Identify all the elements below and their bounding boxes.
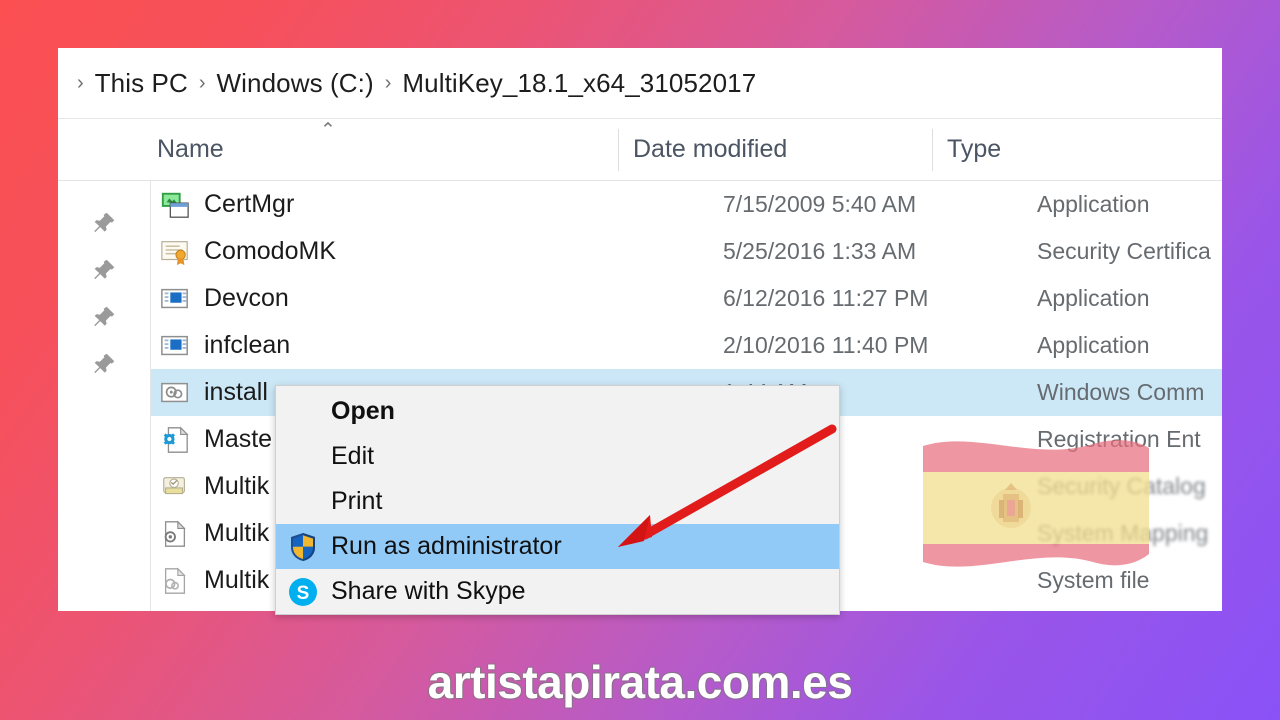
file-type-cell: System Mapping xyxy=(1037,520,1209,546)
context-menu-item-run-as-administrator-label: Run as administrator xyxy=(331,532,562,560)
watermark-text: artistapirata.com.es xyxy=(427,656,853,708)
context-menu-item-print-label: Print xyxy=(331,487,383,515)
file-date-cell: 2/10/2016 11:40 PM xyxy=(723,332,929,358)
screenshot-stage: › This PC › Windows (C:) › MultiKey_18.1… xyxy=(0,0,1280,720)
context-menu-item-share-with-skype-label: Share with Skype xyxy=(331,577,526,605)
application-icon xyxy=(161,335,188,355)
batch-file-icon xyxy=(161,382,188,402)
system-file-icon xyxy=(164,566,186,594)
certificate-icon xyxy=(161,240,188,265)
table-row[interactable]: Devcon 6/12/2016 11:27 PM Application xyxy=(151,275,1222,322)
context-menu-item-edit-label: Edit xyxy=(331,442,375,470)
svg-text:S: S xyxy=(297,583,310,604)
breadcrumb-item-folder[interactable]: MultiKey_18.1_x64_31052017 xyxy=(402,68,756,99)
file-type-cell: System file xyxy=(1037,567,1150,593)
file-type-cell: Windows Comm xyxy=(1037,379,1205,405)
file-type-cell: Application xyxy=(1037,332,1150,358)
context-menu-item-open-label: Open xyxy=(331,397,395,425)
pin-icon xyxy=(94,306,115,326)
pin-item[interactable] xyxy=(58,340,150,387)
file-date-cell: 5/25/2016 1:33 AM xyxy=(723,238,917,264)
breadcrumb-item-this-pc[interactable]: This PC xyxy=(95,68,188,99)
column-header-name[interactable]: ⌃ Name xyxy=(58,121,618,164)
column-header-row: ⌃ Name Date modified Type xyxy=(58,119,1222,181)
file-name-label: Multik xyxy=(204,472,270,500)
address-bar[interactable]: › This PC › Windows (C:) › MultiKey_18.1… xyxy=(58,48,1222,119)
context-menu-item-edit[interactable]: Edit xyxy=(276,434,839,479)
file-name-label: infclean xyxy=(204,331,291,359)
file-date-cell: 7/15/2009 5:40 AM xyxy=(723,191,917,217)
file-name-label: Maste xyxy=(204,425,273,453)
file-type-cell: Application xyxy=(1037,191,1150,217)
file-name-cell: CertMgr xyxy=(151,190,718,220)
sort-ascending-icon: ⌃ xyxy=(320,120,336,141)
file-name-label: install xyxy=(204,378,268,406)
context-menu-item-open[interactable]: Open xyxy=(276,389,839,434)
file-name-label: Devcon xyxy=(204,284,289,312)
certmgr-icon xyxy=(161,192,189,218)
breadcrumb-item-windows-c[interactable]: Windows (C:) xyxy=(217,68,374,99)
context-menu-item-print[interactable]: Print xyxy=(276,479,839,524)
breadcrumb-separator-icon: › xyxy=(77,72,84,94)
context-menu[interactable]: Open Edit Print Run as administrator S S… xyxy=(275,385,840,615)
breadcrumb-separator-icon: › xyxy=(198,72,206,94)
file-type-cell: Security Certifica xyxy=(1037,238,1211,264)
column-header-date-label: Date modified xyxy=(633,135,788,163)
catalog-icon xyxy=(163,476,185,494)
pin-item[interactable] xyxy=(58,199,150,246)
column-header-type[interactable]: Type xyxy=(932,128,1222,171)
file-name-cell: Devcon xyxy=(151,284,718,314)
column-header-date-modified[interactable]: Date modified xyxy=(618,128,932,171)
table-row[interactable]: ComodoMK 5/25/2016 1:33 AM Security Cert… xyxy=(151,228,1222,275)
pin-icon xyxy=(94,353,115,373)
file-name-label: Multik xyxy=(204,519,270,547)
uac-shield-icon xyxy=(291,532,315,561)
pin-icon xyxy=(94,212,115,232)
file-date-cell: 6/12/2016 11:27 PM xyxy=(723,285,929,311)
context-menu-item-share-with-skype[interactable]: S Share with Skype xyxy=(276,569,839,614)
pin-item[interactable] xyxy=(58,293,150,340)
skype-icon: S xyxy=(289,577,317,606)
table-row[interactable]: infclean 2/10/2016 11:40 PM Application xyxy=(151,322,1222,369)
application-icon xyxy=(161,288,188,308)
file-type-cell: Security Catalog xyxy=(1037,473,1206,499)
file-name-label: ComodoMK xyxy=(204,237,336,265)
breadcrumb-separator-icon: › xyxy=(384,72,392,94)
pin-item[interactable] xyxy=(58,246,150,293)
navigation-pane[interactable] xyxy=(58,181,151,611)
file-type-cell: Application xyxy=(1037,285,1150,311)
setup-info-icon xyxy=(164,519,186,547)
table-row[interactable]: CertMgr 7/15/2009 5:40 AM Application xyxy=(151,181,1222,228)
file-type-cell: Registration Ent xyxy=(1037,426,1201,452)
context-menu-item-run-as-administrator[interactable]: Run as administrator xyxy=(276,524,839,569)
file-name-label: CertMgr xyxy=(204,190,295,218)
file-name-cell: ComodoMK xyxy=(151,237,718,267)
file-name-label: Multik xyxy=(204,566,270,594)
pin-icon xyxy=(94,259,115,279)
column-header-name-label: Name xyxy=(157,135,224,163)
registry-icon xyxy=(163,425,189,453)
column-header-type-label: Type xyxy=(947,135,1002,163)
file-name-cell: infclean xyxy=(151,331,718,361)
